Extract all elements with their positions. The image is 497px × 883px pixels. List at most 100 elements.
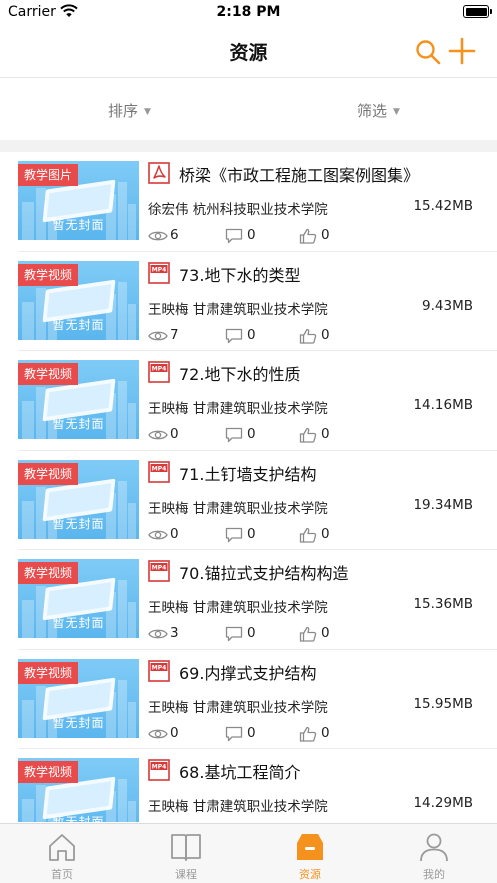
- comment-icon: [225, 328, 243, 343]
- mp4-file-icon: MP4: [148, 361, 170, 383]
- mp4-file-icon: MP4: [148, 261, 170, 284]
- tab-label: 首页: [51, 868, 73, 881]
- person-icon: [420, 833, 448, 862]
- resource-type-tag: 教学视频: [18, 363, 79, 385]
- tab-1[interactable]: 课程: [124, 824, 248, 883]
- add-icon[interactable]: [447, 36, 477, 66]
- mp4-file-icon: MP4: [148, 460, 170, 483]
- caret-down-icon: ▼: [144, 107, 151, 117]
- file-size: 15.42MB: [413, 198, 473, 214]
- like-count-value: 0: [321, 525, 330, 542]
- filter-dropdown[interactable]: 筛选 ▼: [357, 100, 400, 121]
- view-count-value: 6: [170, 227, 179, 243]
- comment-icon: [225, 527, 243, 542]
- cover-thumbnail: 暂无封面 教学视频: [18, 658, 139, 738]
- resource-box-icon: [297, 834, 323, 860]
- resource-title: 69.内撑式支护结构: [179, 663, 317, 683]
- resource-type-tag: 教学视频: [18, 661, 79, 684]
- resource-item[interactable]: 暂无封面 教学视频 MP4 71.土钉墙支护结构王映梅 甘肃建筑职业技术学院 19.34…: [0, 451, 497, 550]
- resource-author: 王映梅 甘肃建筑职业技术学院: [148, 401, 328, 417]
- no-cover-label: 暂无封面: [52, 218, 105, 232]
- search-icon[interactable]: [414, 38, 442, 66]
- filter-bar: 排序 ▼ 筛选 ▼: [0, 78, 497, 140]
- resource-author: 王映梅 甘肃建筑职业技术学院: [148, 301, 328, 318]
- view-count-value: 0: [170, 426, 179, 442]
- eye-icon: [148, 430, 168, 440]
- no-cover-label: 暂无封面: [52, 417, 105, 431]
- view-count-value: 0: [170, 525, 179, 542]
- comment-count-value: 0: [247, 227, 256, 243]
- tab-2[interactable]: 资源: [248, 824, 372, 883]
- thumbs-up-icon: [299, 527, 317, 543]
- resource-title: 71.土钉墙支护结构: [179, 464, 317, 484]
- thumbs-up-icon: [299, 726, 317, 742]
- filter-label: 筛选: [357, 102, 388, 120]
- view-count-value: 0: [170, 724, 179, 741]
- comment-count-value: 0: [247, 426, 256, 442]
- book-icon: [171, 834, 201, 861]
- comment-count-value: 0: [247, 724, 256, 741]
- section-divider: [0, 140, 497, 152]
- resource-item[interactable]: 暂无封面 教学视频 MP4 72.地下水的性质 王映梅 甘肃建筑职业技术学院 14.16M…: [0, 351, 497, 451]
- resource-author: 王映梅 甘肃建筑职业技术学院: [148, 500, 328, 517]
- caret-down-icon: ▼: [393, 107, 400, 117]
- resource-item[interactable]: 暂无封面 教学图片 桥梁《市政工程施工图案例图集》徐宏伟 杭州科技职业技术学院 15.…: [0, 152, 497, 252]
- thumbs-up-icon: [299, 228, 317, 244]
- battery-icon: [463, 5, 492, 18]
- thumbs-up-icon: [299, 427, 317, 443]
- resource-author: 王映梅 甘肃建筑职业技术学院: [148, 799, 328, 815]
- resource-author: 王映梅 甘肃建筑职业技术学院: [148, 699, 328, 716]
- resource-item[interactable]: 暂无封面 教学视频 MP4 68.基坑工程简介 王映梅 甘肃建筑职业技术学院 14.29M…: [0, 749, 497, 822]
- tab-label: 课程: [175, 868, 197, 881]
- sort-dropdown[interactable]: 排序 ▼: [108, 100, 151, 121]
- comment-icon: [225, 626, 243, 642]
- resource-type-tag: 教学图片: [18, 164, 79, 186]
- mp4-file-icon: MP4: [148, 759, 170, 781]
- view-count-value: 7: [170, 326, 179, 343]
- tab-0[interactable]: 首页: [0, 824, 124, 883]
- resource-list[interactable]: 暂无封面 教学图片 桥梁《市政工程施工图案例图集》徐宏伟 杭州科技职业技术学院 15.…: [0, 152, 497, 822]
- eye-icon: [148, 231, 168, 241]
- resource-title: 73.地下水的类型: [179, 265, 301, 285]
- eye-icon: [148, 629, 168, 639]
- nav-bar: 资源: [0, 26, 497, 78]
- tab-bar: 首页 课程 资源 我的: [0, 823, 497, 883]
- mp4-file-icon: MP4: [148, 659, 170, 682]
- comment-icon: [225, 726, 243, 741]
- home-icon: [49, 834, 75, 861]
- file-size: 15.95MB: [413, 695, 473, 712]
- resource-title: 桥梁《市政工程施工图案例图集》: [179, 166, 420, 185]
- svg-text:MP4: MP4: [152, 465, 167, 472]
- no-cover-label: 暂无封面: [52, 815, 105, 822]
- svg-text:MP4: MP4: [152, 565, 167, 572]
- like-count-value: 0: [321, 326, 330, 343]
- resource-author: 徐宏伟 杭州科技职业技术学院: [148, 202, 328, 218]
- file-size: 19.34MB: [413, 496, 473, 513]
- clock: 2:18 PM: [216, 4, 281, 20]
- tab-label: 资源: [299, 868, 321, 881]
- cover-thumbnail: 暂无封面 教学视频: [18, 758, 139, 822]
- like-count-value: 0: [321, 724, 330, 741]
- pdf-file-icon: [148, 162, 170, 184]
- resource-type-tag: 教学视频: [18, 761, 79, 783]
- resource-author: 王映梅 甘肃建筑职业技术学院: [148, 600, 328, 616]
- file-size: 9.43MB: [422, 297, 473, 314]
- like-count-value: 0: [321, 426, 330, 442]
- resource-item[interactable]: 暂无封面 教学视频 MP4 70.锚拉式支护结构构造 王映梅 甘肃建筑职业技术学院 15.…: [0, 550, 497, 650]
- no-cover-label: 暂无封面: [52, 715, 105, 730]
- resource-item[interactable]: 暂无封面 教学视频 MP4 69.内撑式支护结构王映梅 甘肃建筑职业技术学院 15.95…: [0, 650, 497, 749]
- like-count-value: 0: [321, 227, 330, 243]
- cover-thumbnail: 暂无封面 教学视频: [18, 459, 139, 539]
- sort-label: 排序: [108, 102, 139, 120]
- eye-icon: [148, 729, 168, 738]
- svg-text:MP4: MP4: [152, 366, 167, 373]
- comment-count-value: 0: [247, 326, 256, 343]
- tab-3[interactable]: 我的: [372, 824, 496, 883]
- resource-title: 68.基坑工程简介: [179, 763, 301, 782]
- resource-item[interactable]: 暂无封面 教学视频 MP4 73.地下水的类型 王映梅 甘肃建筑职业技术学院 9.43MB…: [0, 252, 497, 351]
- svg-text:MP4: MP4: [152, 664, 167, 671]
- status-bar: Carrier 2:18 PM: [0, 0, 497, 26]
- cover-thumbnail: 暂无封面 教学视频: [18, 360, 139, 439]
- eye-icon: [148, 530, 168, 539]
- svg-text:MP4: MP4: [152, 764, 167, 771]
